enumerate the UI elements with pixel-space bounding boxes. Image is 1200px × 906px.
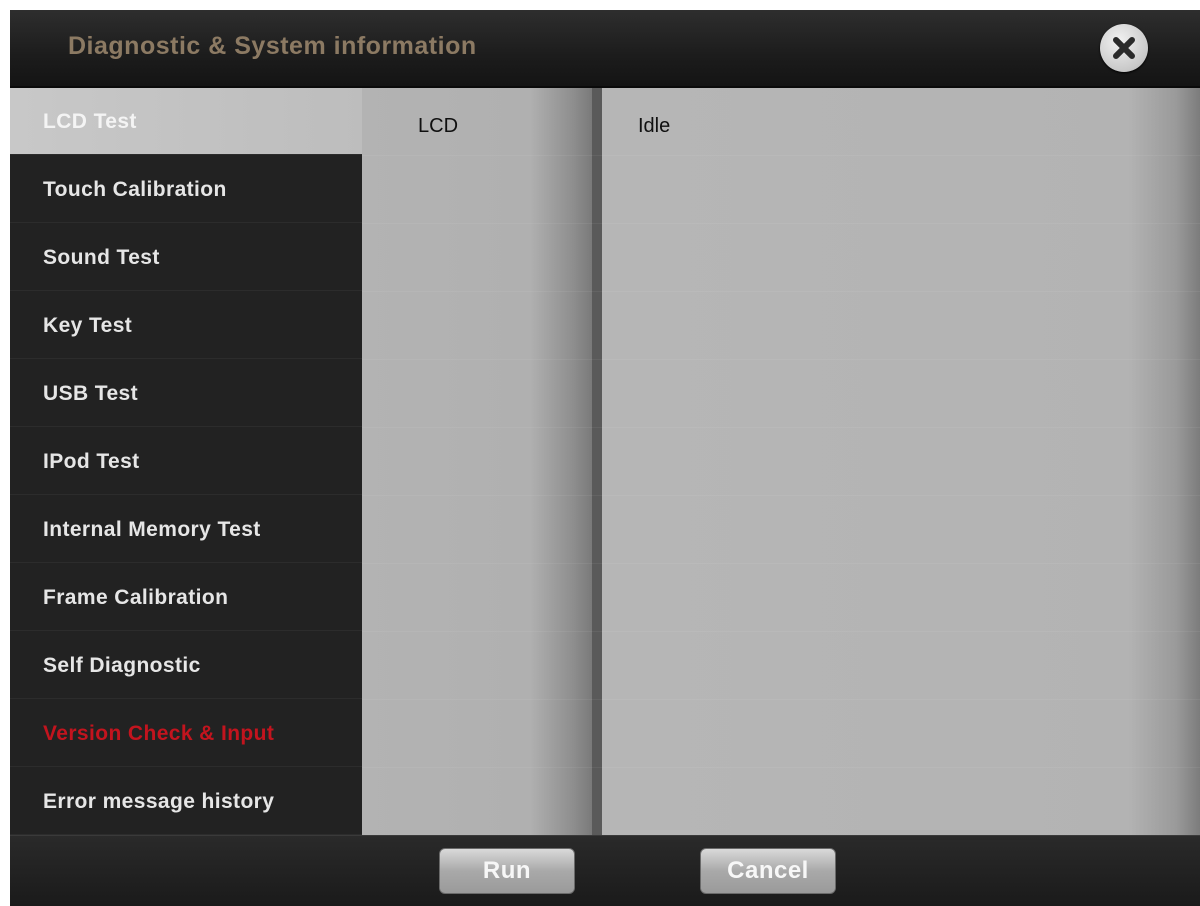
menu-item-ipod-test[interactable]: IPod Test (10, 428, 362, 495)
menu-item-label: USB Test (43, 382, 138, 405)
menu-item-label: Version Check & Input (43, 722, 275, 745)
menu-item-touch-calibration[interactable]: Touch Calibration (10, 156, 362, 223)
menu-item-self-diagnostic[interactable]: Self Diagnostic (10, 632, 362, 699)
menu-item-label: Key Test (43, 314, 133, 337)
row-divider (362, 359, 1200, 360)
menu-item-lcd-test[interactable]: LCD Test (10, 88, 362, 155)
menu-item-internal-memory-test[interactable]: Internal Memory Test (10, 496, 362, 563)
menu-item-label: Error message history (43, 790, 275, 813)
row-divider (362, 427, 1200, 428)
menu-item-label: LCD Test (43, 110, 137, 133)
result-status: Idle (638, 115, 671, 137)
title-bar: Diagnostic & System information (10, 10, 1200, 88)
row-divider (362, 223, 1200, 224)
run-button-label: Run (482, 857, 532, 884)
row-divider (362, 155, 1200, 156)
menu-item-frame-calibration[interactable]: Frame Calibration (10, 564, 362, 631)
row-divider (362, 563, 1200, 564)
menu-item-usb-test[interactable]: USB Test (10, 360, 362, 427)
menu-item-key-test[interactable]: Key Test (10, 292, 362, 359)
row-divider (362, 699, 1200, 700)
cancel-button-label: Cancel (727, 857, 809, 884)
footer-bar (10, 835, 1200, 906)
run-button[interactable]: Run (439, 848, 575, 894)
cancel-button[interactable]: Cancel (700, 848, 836, 894)
menu-item-label: Self Diagnostic (43, 654, 201, 677)
diagnostic-window: Diagnostic & System information LCD Test… (10, 10, 1200, 906)
row-divider (362, 291, 1200, 292)
menu-item-label: Sound Test (43, 246, 160, 269)
test-menu: LCD Test Touch Calibration Sound Test Ke… (10, 88, 362, 835)
test-name-column (362, 88, 602, 835)
menu-item-error-history[interactable]: Error message history (10, 768, 362, 835)
row-divider (362, 767, 1200, 768)
row-divider (362, 631, 1200, 632)
window-title: Diagnostic & System information (68, 32, 477, 60)
column-divider (592, 88, 602, 835)
menu-item-version-check[interactable]: Version Check & Input (10, 700, 362, 767)
menu-item-label: Touch Calibration (43, 178, 227, 201)
result-item-name: LCD (418, 115, 459, 137)
test-status-column (602, 88, 1200, 835)
menu-item-label: Frame Calibration (43, 586, 229, 609)
menu-item-label: IPod Test (43, 450, 140, 473)
row-divider (362, 495, 1200, 496)
menu-item-label: Internal Memory Test (43, 518, 261, 541)
menu-item-sound-test[interactable]: Sound Test (10, 224, 362, 291)
close-icon (1113, 37, 1135, 59)
close-button[interactable] (1100, 24, 1148, 72)
